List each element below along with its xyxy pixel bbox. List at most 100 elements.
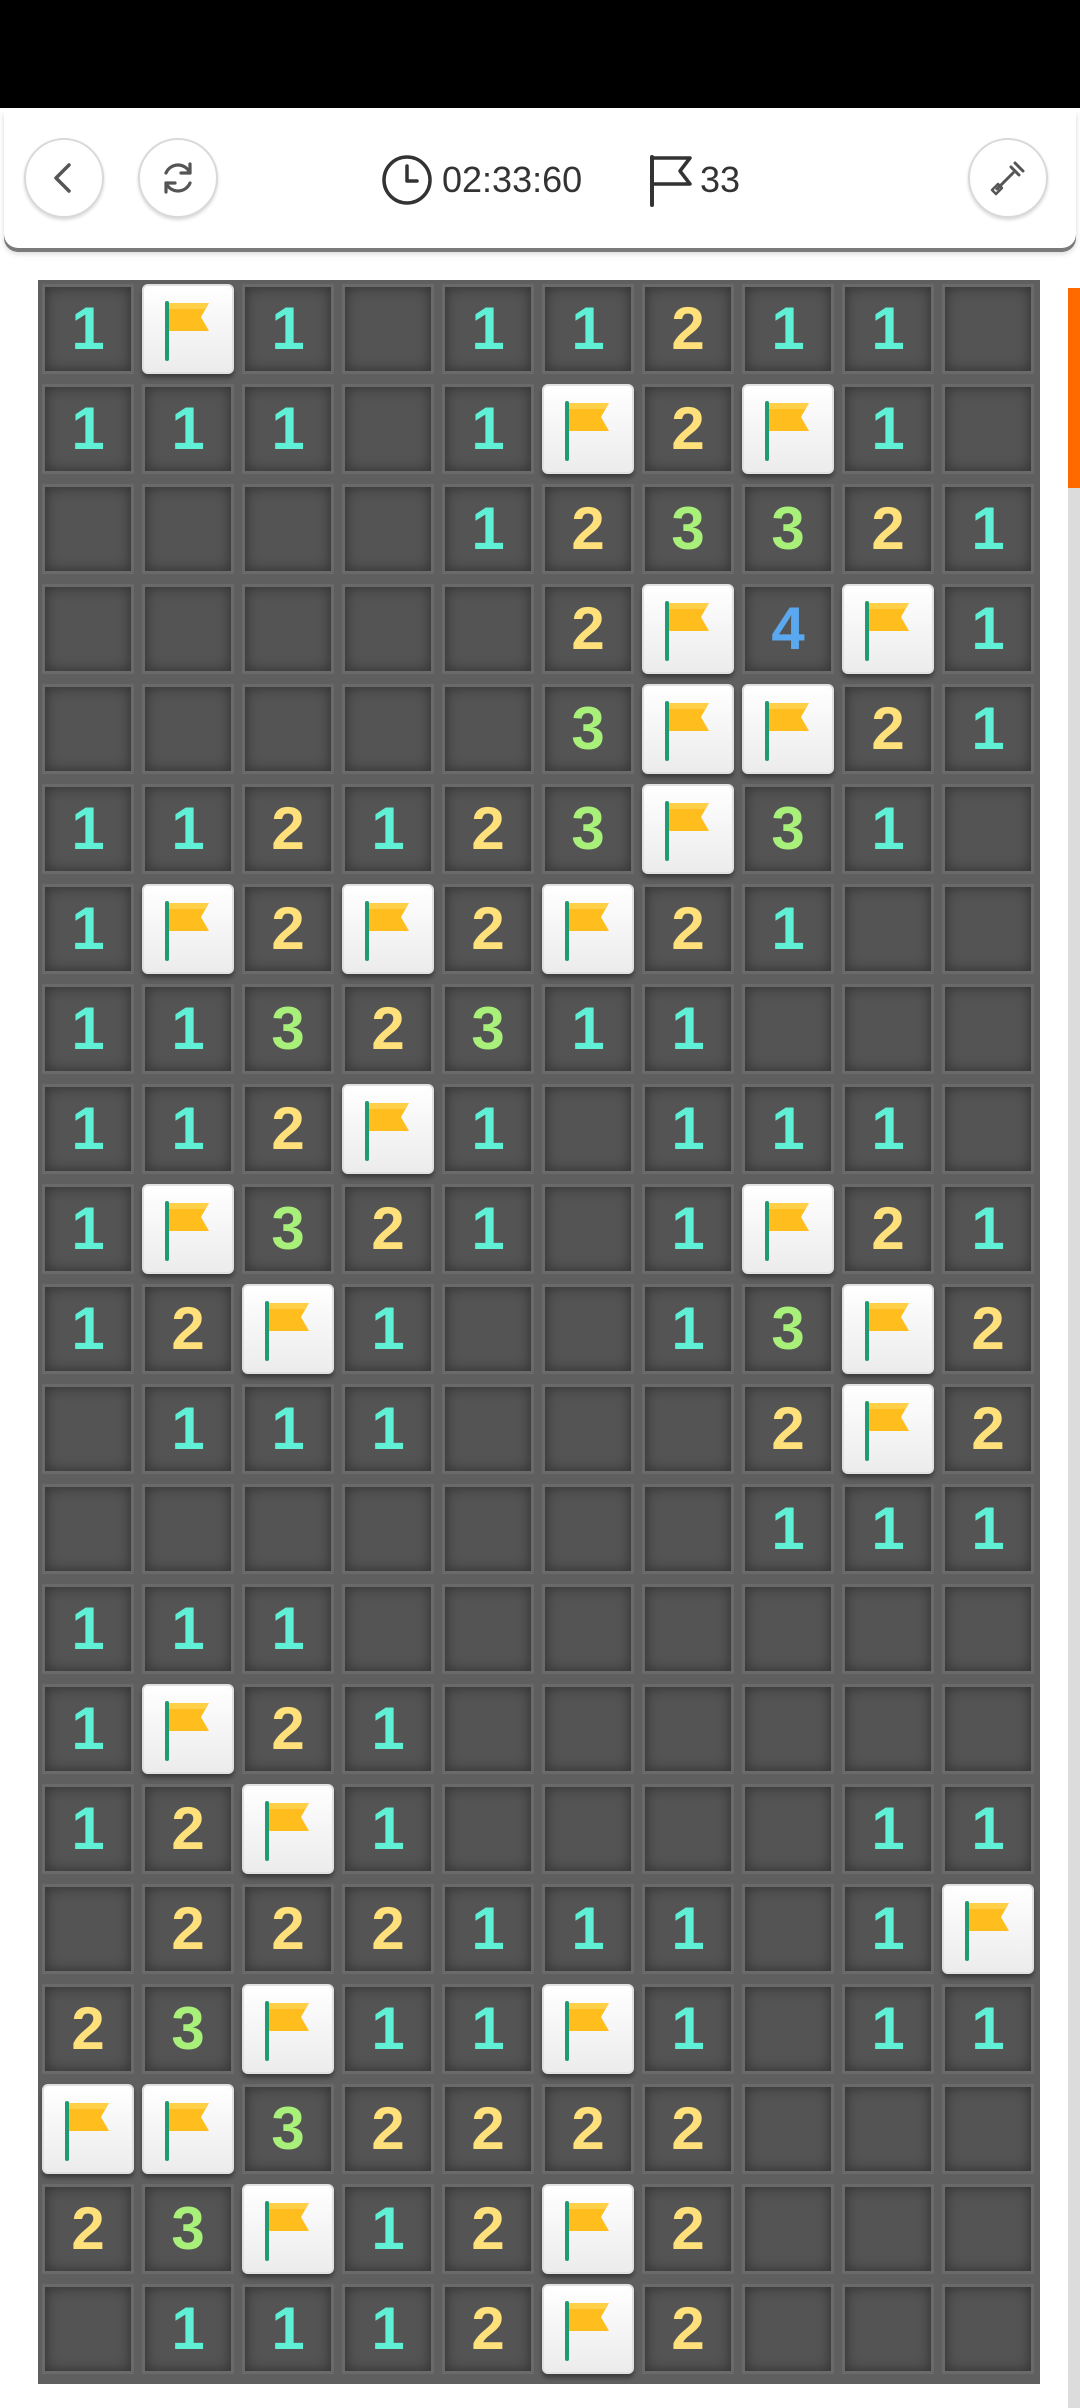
- empty-cell[interactable]: [742, 1884, 834, 1974]
- empty-cell[interactable]: [742, 1984, 834, 2074]
- flagged-cell[interactable]: [42, 2084, 134, 2174]
- number-cell[interactable]: 1: [942, 1784, 1034, 1874]
- scrollbar-thumb[interactable]: [1068, 288, 1080, 488]
- empty-cell[interactable]: [842, 2184, 934, 2274]
- number-cell[interactable]: 1: [142, 1584, 234, 1674]
- empty-cell[interactable]: [842, 1584, 934, 1674]
- empty-cell[interactable]: [742, 984, 834, 1074]
- number-cell[interactable]: 2: [842, 484, 934, 574]
- number-cell[interactable]: 2: [442, 884, 534, 974]
- number-cell[interactable]: 2: [42, 1984, 134, 2074]
- number-cell[interactable]: 1: [842, 284, 934, 374]
- empty-cell[interactable]: [242, 584, 334, 674]
- number-cell[interactable]: 3: [242, 984, 334, 1074]
- number-cell[interactable]: 2: [942, 1284, 1034, 1374]
- empty-cell[interactable]: [442, 1684, 534, 1774]
- empty-cell[interactable]: [942, 2184, 1034, 2274]
- number-cell[interactable]: 1: [642, 1184, 734, 1274]
- empty-cell[interactable]: [842, 1684, 934, 1774]
- number-cell[interactable]: 1: [842, 784, 934, 874]
- empty-cell[interactable]: [942, 884, 1034, 974]
- number-cell[interactable]: 2: [542, 584, 634, 674]
- empty-cell[interactable]: [442, 684, 534, 774]
- empty-cell[interactable]: [542, 1184, 634, 1274]
- number-cell[interactable]: 1: [842, 1484, 934, 1574]
- number-cell[interactable]: 2: [442, 784, 534, 874]
- empty-cell[interactable]: [242, 1484, 334, 1574]
- number-cell[interactable]: 1: [442, 1984, 534, 2074]
- empty-cell[interactable]: [242, 684, 334, 774]
- number-cell[interactable]: 1: [42, 384, 134, 474]
- empty-cell[interactable]: [442, 1484, 534, 1574]
- empty-cell[interactable]: [742, 1684, 834, 1774]
- flagged-cell[interactable]: [242, 2184, 334, 2274]
- number-cell[interactable]: 1: [342, 1284, 434, 1374]
- number-cell[interactable]: 2: [642, 284, 734, 374]
- flagged-cell[interactable]: [542, 1984, 634, 2074]
- number-cell[interactable]: 1: [442, 284, 534, 374]
- number-cell[interactable]: 2: [642, 2184, 734, 2274]
- empty-cell[interactable]: [542, 1684, 634, 1774]
- number-cell[interactable]: 1: [742, 884, 834, 974]
- number-cell[interactable]: 3: [742, 484, 834, 574]
- number-cell[interactable]: 1: [142, 1384, 234, 1474]
- number-cell[interactable]: 1: [42, 884, 134, 974]
- number-cell[interactable]: 1: [342, 2184, 434, 2274]
- empty-cell[interactable]: [42, 684, 134, 774]
- empty-cell[interactable]: [942, 2084, 1034, 2174]
- number-cell[interactable]: 2: [242, 1684, 334, 1774]
- empty-cell[interactable]: [942, 384, 1034, 474]
- number-cell[interactable]: 2: [942, 1384, 1034, 1474]
- empty-cell[interactable]: [242, 484, 334, 574]
- number-cell[interactable]: 3: [742, 1284, 834, 1374]
- number-cell[interactable]: 1: [242, 284, 334, 374]
- number-cell[interactable]: 1: [142, 2284, 234, 2374]
- empty-cell[interactable]: [342, 484, 434, 574]
- number-cell[interactable]: 1: [242, 1584, 334, 1674]
- number-cell[interactable]: 3: [442, 984, 534, 1074]
- flagged-cell[interactable]: [642, 784, 734, 874]
- number-cell[interactable]: 2: [642, 884, 734, 974]
- number-cell[interactable]: 1: [442, 1084, 534, 1174]
- number-cell[interactable]: 2: [642, 2284, 734, 2374]
- number-cell[interactable]: 2: [742, 1384, 834, 1474]
- empty-cell[interactable]: [842, 2284, 934, 2374]
- number-cell[interactable]: 1: [642, 1284, 734, 1374]
- empty-cell[interactable]: [842, 884, 934, 974]
- number-cell[interactable]: 1: [542, 284, 634, 374]
- number-cell[interactable]: 1: [242, 384, 334, 474]
- empty-cell[interactable]: [742, 2084, 834, 2174]
- number-cell[interactable]: 3: [742, 784, 834, 874]
- empty-cell[interactable]: [542, 1484, 634, 1574]
- number-cell[interactable]: 1: [742, 284, 834, 374]
- number-cell[interactable]: 1: [142, 384, 234, 474]
- empty-cell[interactable]: [642, 1484, 734, 1574]
- restart-button[interactable]: [138, 138, 218, 218]
- number-cell[interactable]: 1: [42, 284, 134, 374]
- number-cell[interactable]: 2: [342, 2084, 434, 2174]
- number-cell[interactable]: 1: [342, 1684, 434, 1774]
- number-cell[interactable]: 2: [842, 684, 934, 774]
- number-cell[interactable]: 1: [342, 2284, 434, 2374]
- number-cell[interactable]: 4: [742, 584, 834, 674]
- dig-tool-button[interactable]: [968, 138, 1048, 218]
- flagged-cell[interactable]: [742, 684, 834, 774]
- flagged-cell[interactable]: [142, 2084, 234, 2174]
- flagged-cell[interactable]: [542, 384, 634, 474]
- number-cell[interactable]: 1: [942, 1984, 1034, 2074]
- flagged-cell[interactable]: [742, 384, 834, 474]
- number-cell[interactable]: 1: [442, 1884, 534, 1974]
- number-cell[interactable]: 1: [942, 484, 1034, 574]
- empty-cell[interactable]: [542, 1384, 634, 1474]
- number-cell[interactable]: 2: [442, 2084, 534, 2174]
- number-cell[interactable]: 1: [842, 1084, 934, 1174]
- empty-cell[interactable]: [442, 584, 534, 674]
- empty-cell[interactable]: [742, 2284, 834, 2374]
- number-cell[interactable]: 2: [842, 1184, 934, 1274]
- number-cell[interactable]: 2: [642, 2084, 734, 2174]
- empty-cell[interactable]: [842, 2084, 934, 2174]
- number-cell[interactable]: 1: [342, 784, 434, 874]
- number-cell[interactable]: 2: [442, 2284, 534, 2374]
- number-cell[interactable]: 2: [342, 1884, 434, 1974]
- empty-cell[interactable]: [942, 284, 1034, 374]
